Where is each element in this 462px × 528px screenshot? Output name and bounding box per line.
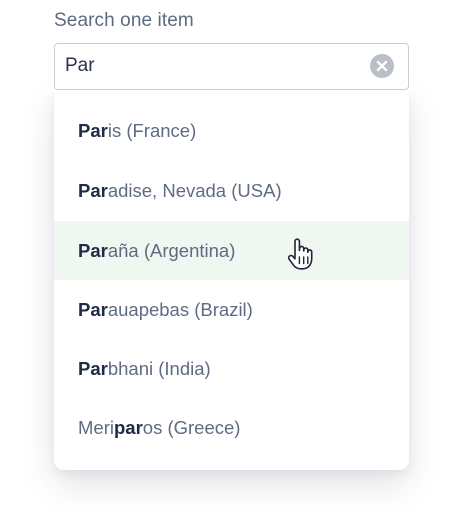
pointer-hand-icon: [287, 238, 313, 270]
option-match: Par: [78, 299, 108, 320]
option-prefix: Meri: [78, 417, 114, 438]
suggestion-option[interactable]: Paradise, Nevada (USA): [54, 161, 409, 220]
option-suffix: aña (Argentina): [107, 240, 236, 261]
option-suffix: adise, Nevada (USA): [107, 180, 282, 201]
option-match: par: [113, 417, 143, 438]
suggestion-option[interactable]: Parauapebas (Brazil): [54, 280, 409, 339]
suggestion-option[interactable]: Parbhani (India): [54, 339, 409, 398]
suggestion-option[interactable]: Paris (France): [54, 101, 409, 160]
suggestion-option[interactable]: Meriparos (Greece): [54, 398, 409, 457]
clear-search-button[interactable]: [370, 54, 394, 78]
option-suffix: is (France): [107, 120, 197, 141]
search-box[interactable]: [54, 43, 409, 90]
suggestions-dropdown: Paris (France) Paradise, Nevada (USA) Pa…: [54, 90, 409, 470]
suggestion-option-hovered[interactable]: Paraña (Argentina): [54, 221, 409, 280]
option-match: Par: [78, 180, 108, 201]
search-input[interactable]: [65, 44, 355, 88]
option-match: Par: [78, 240, 108, 261]
option-suffix: auapebas (Brazil): [107, 299, 253, 320]
option-match: Par: [78, 120, 108, 141]
option-match: Par: [78, 358, 108, 379]
option-suffix: bhani (India): [107, 358, 211, 379]
option-suffix: os (Greece): [142, 417, 241, 438]
search-label: Search one item: [54, 10, 194, 31]
x-circle-icon: [376, 60, 388, 72]
